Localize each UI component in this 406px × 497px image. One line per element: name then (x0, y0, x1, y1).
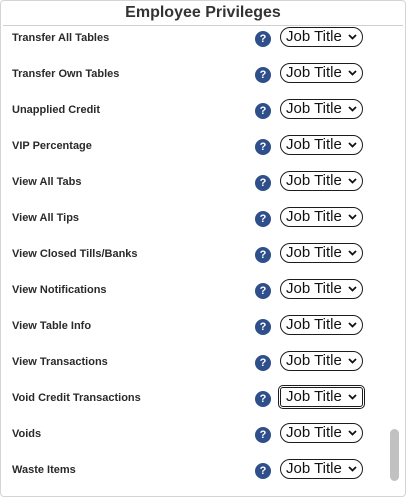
privilege-row: Unapplied Credit? Job Title (1, 93, 387, 129)
select-value: Job Title (286, 316, 342, 333)
privilege-row: Transfer All Tables? Job Title (1, 21, 387, 57)
privilege-label: Waste Items (12, 464, 76, 476)
privileges-panel: Employee Privileges Transfer All Tables?… (0, 0, 406, 497)
job-title-select[interactable]: Job Title (280, 459, 363, 479)
job-title-select[interactable]: Job Title (280, 243, 363, 263)
privilege-row: View All Tabs? Job Title (1, 165, 387, 201)
chevron-down-icon (348, 286, 357, 292)
help-icon[interactable]: ? (255, 67, 271, 83)
privilege-label: View Table Info (12, 320, 92, 332)
select-value: Job Title (286, 460, 342, 477)
select-value: Job Title (286, 208, 342, 225)
help-icon[interactable]: ? (255, 175, 271, 191)
job-title-select[interactable]: Job Title (280, 171, 363, 191)
privilege-label: View Closed Tills/Banks (12, 248, 138, 260)
help-icon[interactable]: ? (255, 283, 271, 299)
privilege-label: View All Tips (12, 212, 80, 224)
panel-title: Employee Privileges (125, 4, 281, 21)
job-title-select[interactable]: Job Title (280, 315, 363, 335)
help-icon[interactable]: ? (255, 427, 271, 443)
privilege-row: Transfer Own Tables? Job Title (1, 57, 387, 93)
privilege-row: View All Tips? Job Title (1, 201, 387, 237)
privilege-label: VIP Percentage (12, 140, 92, 152)
chevron-down-icon (348, 322, 357, 328)
chevron-down-icon (348, 214, 357, 220)
job-title-select[interactable]: Job Title (280, 135, 363, 155)
privilege-label: Void Credit Transactions (12, 392, 141, 404)
privilege-row: Waste Items? Job Title (1, 453, 387, 489)
privilege-row: Void Credit Transactions? Job Title (1, 381, 387, 417)
select-value: Job Title (286, 100, 342, 117)
select-value: Job Title (286, 136, 342, 153)
help-icon[interactable]: ? (255, 391, 271, 407)
job-title-select[interactable]: Job Title (280, 27, 363, 47)
select-value: Job Title (286, 280, 342, 297)
select-value: Job Title (286, 388, 342, 405)
help-icon[interactable]: ? (255, 355, 271, 371)
chevron-down-icon (348, 394, 357, 400)
job-title-select[interactable]: Job Title (280, 279, 363, 299)
job-title-select[interactable]: Job Title (280, 99, 363, 119)
select-value: Job Title (286, 424, 342, 441)
job-title-select[interactable]: Job Title (280, 63, 363, 83)
privilege-label: View Notifications (12, 284, 107, 296)
privilege-label: Voids (12, 428, 42, 440)
select-value: Job Title (286, 352, 342, 369)
help-icon[interactable]: ? (255, 31, 271, 47)
chevron-down-icon (348, 250, 357, 256)
select-value: Job Title (286, 172, 342, 189)
job-title-select[interactable]: Job Title (280, 351, 363, 371)
chevron-down-icon (348, 466, 357, 472)
privilege-row: View Transactions? Job Title (1, 345, 387, 381)
chevron-down-icon (348, 142, 357, 148)
help-icon[interactable]: ? (255, 139, 271, 155)
chevron-down-icon (348, 358, 357, 364)
privilege-row: View Table Info? Job Title (1, 309, 387, 345)
chevron-down-icon (348, 70, 357, 76)
privilege-label: View All Tabs (12, 176, 82, 188)
help-icon[interactable]: ? (255, 211, 271, 227)
help-icon[interactable]: ? (255, 103, 271, 119)
privilege-row: Voids? Job Title (1, 417, 387, 453)
chevron-down-icon (348, 34, 357, 40)
select-value: Job Title (286, 244, 342, 261)
scrollbar-thumb[interactable] (390, 429, 399, 481)
chevron-down-icon (348, 178, 357, 184)
select-value: Job Title (286, 64, 342, 81)
privilege-list: Transfer All Tables? Job Title Transfer Ow… (1, 21, 387, 489)
job-title-select[interactable]: Job Title (280, 207, 363, 227)
help-icon[interactable]: ? (255, 319, 271, 335)
job-title-select[interactable]: Job Title (278, 385, 365, 409)
privilege-row: View Closed Tills/Banks? Job Title (1, 237, 387, 273)
help-icon[interactable]: ? (255, 463, 271, 479)
privilege-row: View Notifications? Job Title (1, 273, 387, 309)
chevron-down-icon (348, 430, 357, 436)
privilege-label: Unapplied Credit (12, 104, 101, 116)
select-value: Job Title (286, 28, 342, 45)
privilege-row: VIP Percentage? Job Title (1, 129, 387, 165)
privilege-label: Transfer Own Tables (12, 68, 120, 80)
privilege-label: Transfer All Tables (12, 32, 110, 44)
help-icon[interactable]: ? (255, 247, 271, 263)
privilege-label: View Transactions (12, 356, 108, 368)
job-title-select[interactable]: Job Title (280, 423, 363, 443)
chevron-down-icon (348, 106, 357, 112)
